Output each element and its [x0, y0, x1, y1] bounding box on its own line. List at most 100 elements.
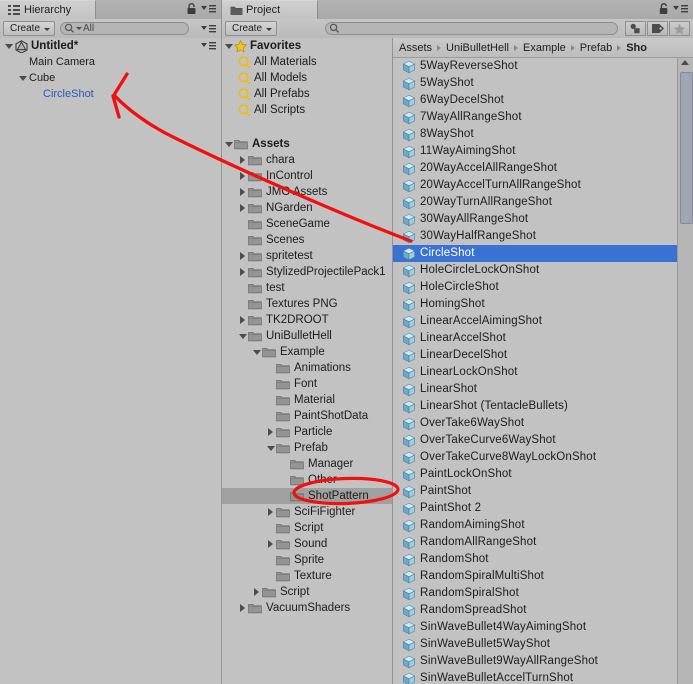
- asset-list[interactable]: 5WayReverseShot 5WayShot 6WayDecelShot 7Way…: [393, 58, 693, 684]
- panel-menu-icon[interactable]: [200, 4, 217, 14]
- favorite-item-all-materials[interactable]: All Materials: [222, 54, 392, 70]
- folder-row-scenes[interactable]: Scenes: [222, 232, 392, 248]
- scrollbar-thumb[interactable]: [680, 72, 693, 224]
- asset-row[interactable]: HomingShot: [393, 296, 693, 313]
- foldout-expanded-icon[interactable]: [251, 344, 262, 360]
- hierarchy-scene-row[interactable]: Untitled*: [0, 38, 221, 54]
- asset-row[interactable]: RandomSpiralMultiShot: [393, 568, 693, 585]
- hierarchy-item-cube[interactable]: Cube: [0, 70, 221, 86]
- folder-row-prefab[interactable]: Prefab: [222, 440, 392, 456]
- asset-row[interactable]: PaintLockOnShot: [393, 466, 693, 483]
- asset-row[interactable]: 7WayAllRangeShot: [393, 109, 693, 126]
- folder-row-scififighter[interactable]: SciFiFighter: [222, 504, 392, 520]
- folder-row-ngarden[interactable]: NGarden: [222, 200, 392, 216]
- folder-row-paintshotdata[interactable]: PaintShotData: [222, 408, 392, 424]
- asset-row[interactable]: SinWaveBullet9WayAllRangeShot: [393, 653, 693, 670]
- lock-icon[interactable]: [186, 3, 197, 15]
- folder-row-spritetest[interactable]: spritetest: [222, 248, 392, 264]
- hierarchy-item-circleshot[interactable]: CircleShot: [0, 86, 221, 102]
- asset-row[interactable]: RandomAllRangeShot: [393, 534, 693, 551]
- hierarchy-create-button[interactable]: Create: [3, 21, 56, 36]
- folder-row-script[interactable]: Script: [222, 584, 392, 600]
- scene-context-menu-icon[interactable]: [200, 41, 217, 51]
- hierarchy-item-main-camera[interactable]: Main Camera: [0, 54, 221, 70]
- folder-row-example[interactable]: Example: [222, 344, 392, 360]
- asset-row[interactable]: RandomSpiralShot: [393, 585, 693, 602]
- folder-row-manager[interactable]: Manager: [222, 456, 392, 472]
- favorite-item-all-prefabs[interactable]: All Prefabs: [222, 86, 392, 102]
- foldout-collapsed-icon[interactable]: [237, 168, 248, 184]
- foldout-expanded-icon[interactable]: [16, 70, 29, 86]
- foldout-collapsed-icon[interactable]: [251, 584, 262, 600]
- asset-list-scrollbar[interactable]: [677, 58, 693, 684]
- folder-row-stylizedprojectilepack1[interactable]: StylizedProjectilePack1: [222, 264, 392, 280]
- foldout-collapsed-icon[interactable]: [265, 424, 276, 440]
- project-folder-tree[interactable]: Favorites All Materials All Models All Pref…: [222, 38, 393, 684]
- folder-row-particle[interactable]: Particle: [222, 424, 392, 440]
- folder-row-other[interactable]: Other: [222, 472, 392, 488]
- folder-row-tk2droot[interactable]: TK2DROOT: [222, 312, 392, 328]
- foldout-expanded-icon[interactable]: [223, 38, 234, 54]
- asset-row[interactable]: LinearShot (TentacleBullets): [393, 398, 693, 415]
- asset-row[interactable]: LinearLockOnShot: [393, 364, 693, 381]
- asset-row[interactable]: LinearAccelShot: [393, 330, 693, 347]
- foldout-collapsed-icon[interactable]: [237, 200, 248, 216]
- asset-row[interactable]: LinearAccelAimingShot: [393, 313, 693, 330]
- favorite-item-all-models[interactable]: All Models: [222, 70, 392, 86]
- asset-row[interactable]: 5WayShot: [393, 75, 693, 92]
- asset-row[interactable]: 20WayAccelTurnAllRangeShot: [393, 177, 693, 194]
- asset-row[interactable]: LinearDecelShot: [393, 347, 693, 364]
- foldout-collapsed-icon[interactable]: [237, 600, 248, 616]
- folder-row-script[interactable]: Script: [222, 520, 392, 536]
- asset-row[interactable]: 20WayTurnAllRangeShot: [393, 194, 693, 211]
- scroll-up-arrow-icon[interactable]: [681, 60, 689, 65]
- asset-row[interactable]: SinWaveBulletAccelTurnShot: [393, 670, 693, 684]
- breadcrumb[interactable]: Assets UniBulletHell Example Prefab Sho: [393, 38, 693, 58]
- folder-row-textures-png[interactable]: Textures PNG: [222, 296, 392, 312]
- project-create-button[interactable]: Create: [225, 21, 278, 36]
- asset-row[interactable]: PaintShot 2: [393, 500, 693, 517]
- asset-row-selected[interactable]: CircleShot: [393, 245, 693, 262]
- folder-row-scenegame[interactable]: SceneGame: [222, 216, 392, 232]
- breadcrumb-item[interactable]: Sho: [626, 42, 647, 54]
- folder-row-incontrol[interactable]: InControl: [222, 168, 392, 184]
- foldout-expanded-icon[interactable]: [223, 136, 234, 152]
- favorite-filter-button[interactable]: [669, 21, 690, 36]
- asset-row[interactable]: SinWaveBullet4WayAimingShot: [393, 619, 693, 636]
- hierarchy-search-input[interactable]: All: [60, 22, 189, 35]
- folder-row-material[interactable]: Material: [222, 392, 392, 408]
- folder-row-animations[interactable]: Animations: [222, 360, 392, 376]
- tab-hierarchy[interactable]: Hierarchy: [0, 0, 96, 19]
- folder-row-texture[interactable]: Texture: [222, 568, 392, 584]
- folder-row-test[interactable]: test: [222, 280, 392, 296]
- foldout-collapsed-icon[interactable]: [237, 248, 248, 264]
- foldout-collapsed-icon[interactable]: [237, 264, 248, 280]
- asset-row[interactable]: PaintShot: [393, 483, 693, 500]
- foldout-collapsed-icon[interactable]: [237, 152, 248, 168]
- asset-row[interactable]: 30WayAllRangeShot: [393, 211, 693, 228]
- breadcrumb-item[interactable]: Prefab: [580, 42, 612, 54]
- asset-row[interactable]: LinearShot: [393, 381, 693, 398]
- asset-row[interactable]: SinWaveBullet5WayShot: [393, 636, 693, 653]
- asset-row[interactable]: OverTakeCurve8WayLockOnShot: [393, 449, 693, 466]
- asset-row[interactable]: RandomShot: [393, 551, 693, 568]
- folder-row-sprite[interactable]: Sprite: [222, 552, 392, 568]
- folder-row-chara[interactable]: chara: [222, 152, 392, 168]
- hierarchy-tree[interactable]: Untitled* Main Camera Cube CircleShot: [0, 38, 221, 684]
- breadcrumb-item[interactable]: UniBulletHell: [446, 42, 509, 54]
- foldout-expanded-icon[interactable]: [265, 440, 276, 456]
- breadcrumb-item[interactable]: Example: [523, 42, 566, 54]
- lock-icon[interactable]: [658, 3, 669, 15]
- asset-row[interactable]: 5WayReverseShot: [393, 58, 693, 75]
- tab-project[interactable]: Project: [222, 0, 318, 19]
- project-search-input[interactable]: [325, 22, 618, 35]
- asset-row[interactable]: OverTake6WayShot: [393, 415, 693, 432]
- folder-row-vacuumshaders[interactable]: VacuumShaders: [222, 600, 392, 616]
- foldout-collapsed-icon[interactable]: [265, 536, 276, 552]
- asset-row[interactable]: RandomAimingShot: [393, 517, 693, 534]
- folder-row-shotpattern[interactable]: ShotPattern: [222, 488, 392, 504]
- foldout-collapsed-icon[interactable]: [237, 184, 248, 200]
- hierarchy-sort-menu-icon[interactable]: [200, 24, 217, 34]
- asset-row[interactable]: 6WayDecelShot: [393, 92, 693, 109]
- favorites-root[interactable]: Favorites: [222, 38, 392, 54]
